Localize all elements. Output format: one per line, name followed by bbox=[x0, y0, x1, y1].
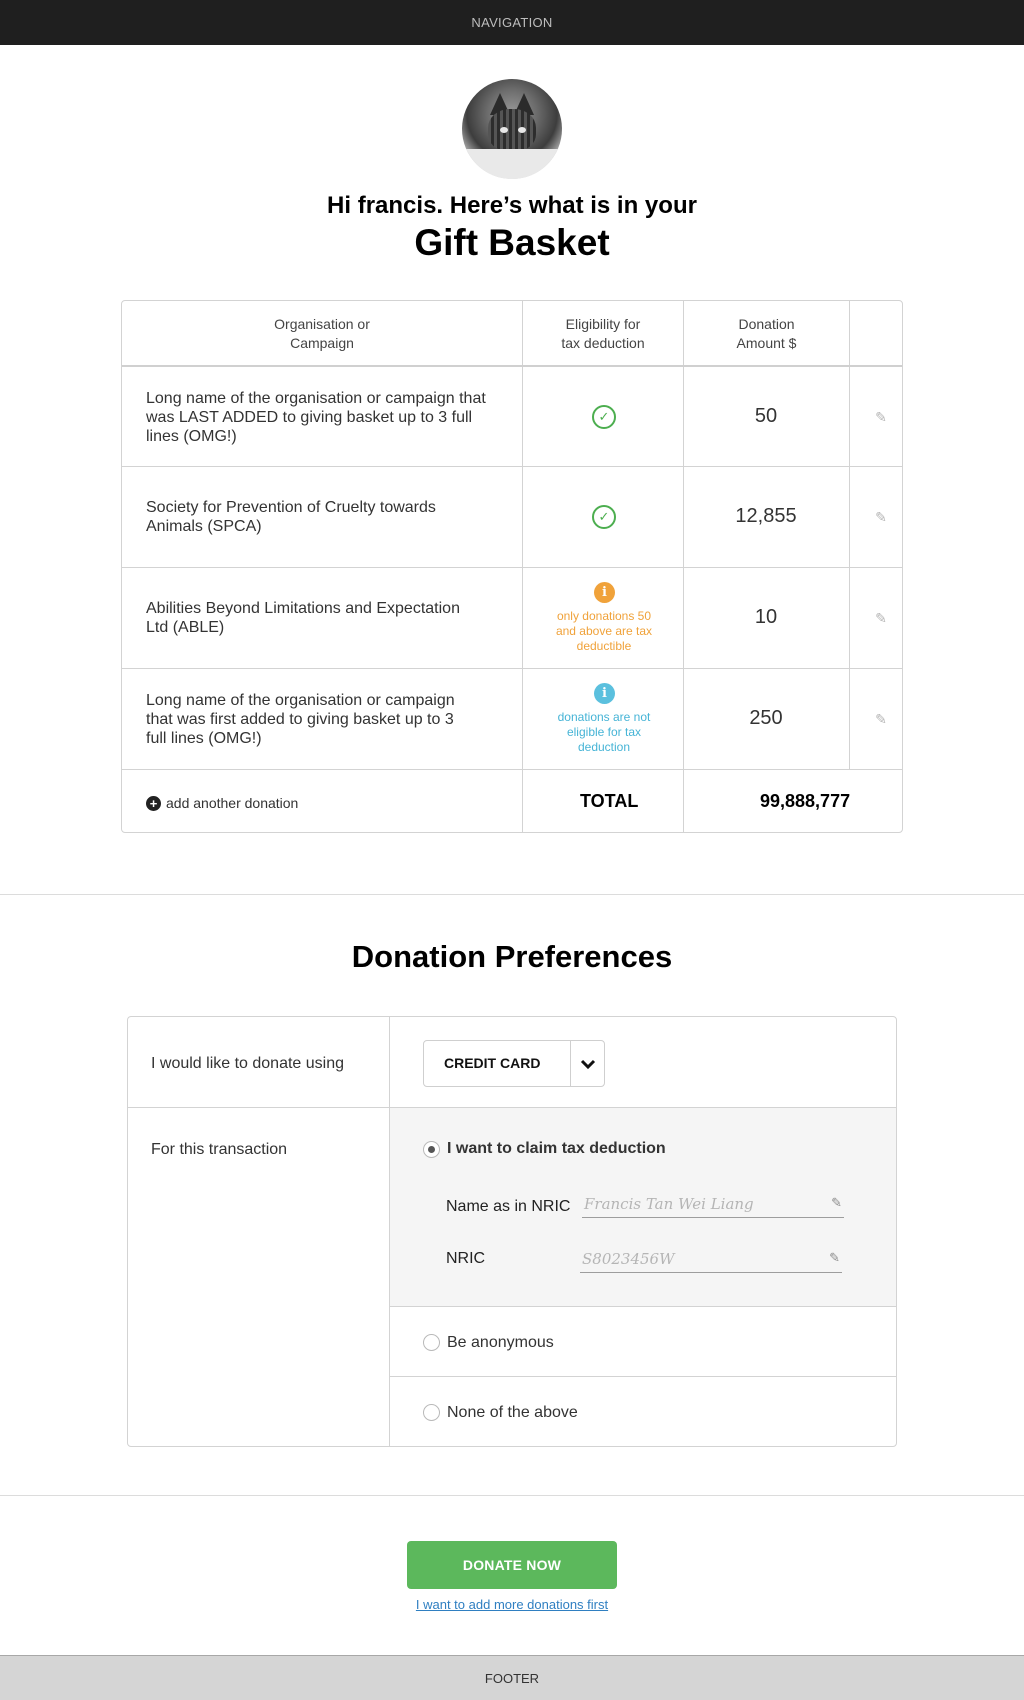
none-radio[interactable] bbox=[423, 1404, 440, 1421]
donate-using-label: I would like to donate using bbox=[151, 1055, 345, 1072]
donation-row-name: Long name of the organisation or campaig… bbox=[146, 390, 486, 445]
page-title: Gift Basket bbox=[414, 222, 610, 263]
pencil-icon[interactable]: ✎ bbox=[869, 707, 893, 731]
add-more-donations-link[interactable]: I want to add more donations first bbox=[0, 1597, 1024, 1612]
total-label: TOTAL bbox=[580, 791, 639, 811]
anonymous-radio[interactable] bbox=[423, 1334, 440, 1351]
chevron-down-icon bbox=[571, 1041, 604, 1086]
donate-now-button[interactable]: DONATE NOW bbox=[407, 1541, 617, 1589]
total-value: 99,888,777 bbox=[760, 791, 851, 811]
claim-tax-label[interactable]: I want to claim tax deduction bbox=[447, 1140, 666, 1158]
eligibility-note: donations are not eligible for tax deducti… bbox=[557, 710, 651, 754]
footer-label: FOOTER bbox=[484, 1670, 540, 1686]
greeting-text: Hi francis. Here’s what is in your bbox=[327, 192, 697, 219]
plus-circle-icon: + bbox=[146, 795, 161, 811]
donation-amount[interactable]: 10 bbox=[685, 606, 847, 629]
add-donation-link[interactable]: + add another donation bbox=[146, 795, 298, 811]
pencil-icon[interactable]: ✎ bbox=[869, 606, 893, 630]
navigation-bar[interactable]: NAVIGATION bbox=[0, 0, 1024, 45]
pencil-icon[interactable]: ✎ bbox=[869, 505, 893, 529]
donation-row-name: Long name of the organisation or campaig… bbox=[146, 692, 455, 747]
info-icon: i bbox=[594, 683, 615, 704]
name-nric-field[interactable]: Francis Tan Wei Liang ✎ bbox=[582, 1192, 844, 1218]
anonymous-label[interactable]: Be anonymous bbox=[447, 1334, 554, 1352]
info-icon: i bbox=[594, 582, 615, 603]
footer: FOOTER bbox=[0, 1655, 1024, 1700]
preferences-title: Donation Preferences bbox=[351, 939, 673, 974]
claim-tax-radio[interactable] bbox=[423, 1141, 440, 1158]
check-circle-icon: ✓ bbox=[592, 505, 616, 529]
navigation-label: NAVIGATION bbox=[471, 15, 553, 30]
pencil-icon: ✎ bbox=[831, 1195, 842, 1210]
pencil-icon: ✎ bbox=[829, 1250, 840, 1265]
donation-row-name: Society for Prevention of Cruelty toward… bbox=[146, 499, 436, 535]
donation-amount[interactable]: 12,855 bbox=[685, 505, 847, 528]
avatar bbox=[462, 79, 562, 179]
donation-row-name: Abilities Beyond Limitations and Expecta… bbox=[146, 600, 460, 636]
nric-field[interactable]: S8023456W ✎ bbox=[580, 1247, 842, 1273]
donation-amount[interactable]: 50 bbox=[685, 405, 847, 428]
transaction-label: For this transaction bbox=[151, 1141, 288, 1158]
donation-amount[interactable]: 250 bbox=[685, 707, 847, 730]
check-circle-icon: ✓ bbox=[592, 405, 616, 429]
nric-label: NRIC bbox=[446, 1250, 486, 1267]
gift-basket-table: Organisation or Campaign Eligibility for t… bbox=[121, 300, 903, 833]
donation-preferences-panel: I would like to donate using CREDIT CARD… bbox=[127, 1016, 897, 1447]
payment-method-select[interactable]: CREDIT CARD bbox=[423, 1040, 605, 1087]
column-header-amount: Donation Amount $ bbox=[736, 316, 797, 351]
none-label[interactable]: None of the above bbox=[447, 1404, 578, 1422]
column-header-org: Organisation or Campaign bbox=[274, 316, 370, 351]
eligibility-note: only donations 50 and above are tax deduct… bbox=[555, 609, 653, 653]
column-header-eligibility: Eligibility for tax deduction bbox=[561, 316, 645, 351]
pencil-icon[interactable]: ✎ bbox=[869, 405, 893, 429]
name-nric-label: Name as in NRIC bbox=[446, 1198, 571, 1215]
